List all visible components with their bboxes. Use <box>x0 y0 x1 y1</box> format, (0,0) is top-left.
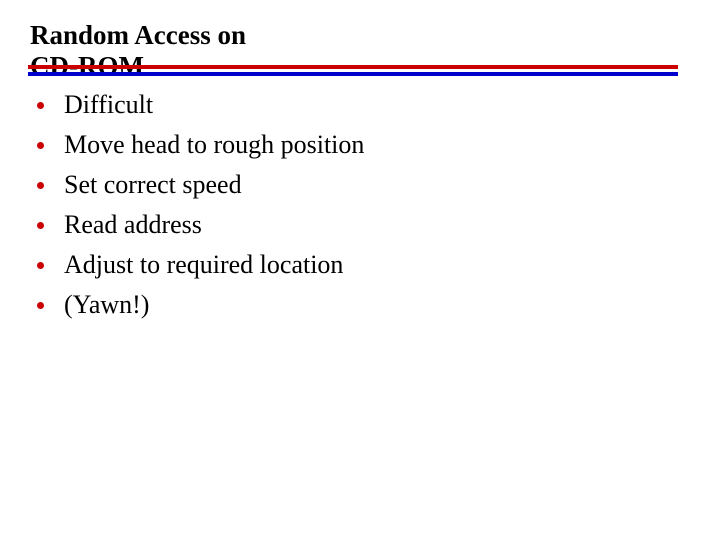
list-item: Move head to rough position <box>30 125 690 165</box>
list-item: Adjust to required location <box>30 245 690 285</box>
list-item: (Yawn!) <box>30 285 690 325</box>
bullet-list: Difficult Move head to rough position Se… <box>30 85 690 325</box>
bullet-dot-icon <box>37 302 44 309</box>
list-item-label: Read address <box>64 210 202 239</box>
bullet-dot-icon <box>37 222 44 229</box>
divider-rule-blue <box>28 72 678 76</box>
bullet-dot-icon <box>37 182 44 189</box>
list-item-label: Move head to rough position <box>64 130 365 159</box>
bullet-dot-icon <box>37 142 44 149</box>
list-item: Read address <box>30 205 690 245</box>
slide-canvas: Random Access on CD-ROM Difficult Move h… <box>0 0 720 540</box>
bullet-dot-icon <box>37 262 44 269</box>
list-item: Difficult <box>30 85 690 125</box>
list-item-label: Set correct speed <box>64 170 242 199</box>
list-item-label: Difficult <box>64 90 154 119</box>
title-divider <box>28 65 678 77</box>
list-item: Set correct speed <box>30 165 690 205</box>
divider-rule-red <box>28 65 678 69</box>
list-item-label: Adjust to required location <box>64 250 344 279</box>
list-item-label: (Yawn!) <box>64 290 150 319</box>
bullet-dot-icon <box>37 102 44 109</box>
